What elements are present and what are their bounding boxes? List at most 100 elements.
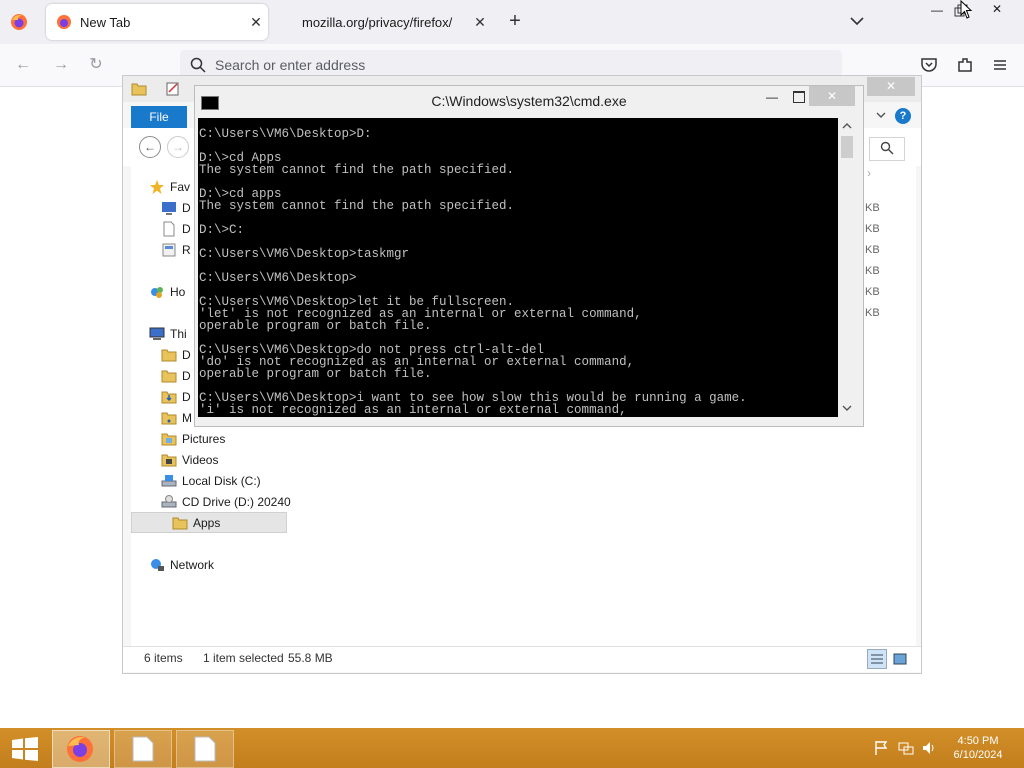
homegroup-icon	[151, 286, 163, 298]
search-icon	[880, 141, 894, 155]
console-text: C:\Users\VM6\Desktop>D: D:\>cd Apps The …	[199, 127, 747, 417]
nav-item-apps[interactable]: Apps	[131, 512, 287, 533]
address-placeholder: Search or enter address	[215, 57, 366, 73]
nav-item-pictures[interactable]: Pictures	[161, 428, 225, 449]
folder-icon	[161, 349, 177, 361]
folder-icon	[172, 517, 188, 529]
close-tab-icon[interactable]: ✕	[244, 14, 268, 31]
file-size-cell: KB	[865, 244, 880, 256]
details-view-icon[interactable]	[867, 649, 887, 669]
back-arrow-icon[interactable]: ←	[12, 54, 34, 76]
nav-item-network[interactable]: Network	[149, 554, 214, 575]
nav-item-this-pc[interactable]: Thi	[149, 323, 187, 344]
pocket-icon[interactable]	[918, 54, 940, 76]
nav-item-cd-drive[interactable]: CD Drive (D:) 202406	[161, 491, 297, 512]
nav-item-desktop[interactable]: D	[161, 197, 191, 218]
scroll-down-icon[interactable]	[842, 404, 852, 412]
nav-item-recent[interactable]: R	[161, 239, 191, 260]
taskbar: 4:50 PM 6/10/2024	[0, 728, 1024, 768]
vertical-scrollbar[interactable]	[839, 118, 855, 417]
clock-time: 4:50 PM	[957, 735, 999, 747]
pictures-folder-icon	[161, 433, 177, 445]
nav-item-music[interactable]: M	[161, 407, 192, 428]
console-output-area[interactable]: C:\Users\VM6\Desktop>D: D:\>cd Apps The …	[198, 118, 838, 417]
windows-start-icon[interactable]	[12, 737, 38, 761]
desktop-icon	[162, 201, 176, 215]
help-icon[interactable]: ?	[895, 108, 911, 124]
document-icon	[194, 736, 216, 762]
minimize-icon[interactable]: —	[926, 4, 948, 18]
network-icon	[151, 558, 164, 571]
nav-item-homegroup[interactable]: Ho	[149, 281, 185, 302]
search-box[interactable]	[869, 137, 905, 161]
close-tab-icon[interactable]: ✕	[468, 14, 492, 31]
nav-item-favorites[interactable]: Fav	[149, 176, 190, 197]
taskbar-explorer[interactable]	[114, 730, 172, 768]
document-icon	[163, 221, 175, 236]
file-size-cell: KB	[865, 307, 880, 319]
new-tab-plus-icon[interactable]: +	[504, 10, 526, 32]
close-window-icon[interactable]: ✕	[974, 0, 1020, 20]
nav-item-local-disk[interactable]: Local Disk (C:)	[161, 470, 261, 491]
forward-arrow-icon[interactable]: →	[167, 136, 189, 158]
taskbar-firefox[interactable]	[52, 730, 110, 768]
cmd-title-bar[interactable]: C:\Windows\system32\cmd.exe — ✕	[195, 86, 863, 116]
scrollbar-thumb[interactable]	[841, 136, 853, 158]
taskbar-cmd[interactable]	[176, 730, 234, 768]
reload-icon[interactable]: ↻	[85, 54, 107, 76]
search-icon	[190, 57, 206, 73]
nav-item-downloads[interactable]: D	[161, 218, 191, 239]
close-window-icon[interactable]: ✕	[809, 86, 855, 106]
minimize-icon[interactable]: —	[765, 90, 779, 104]
extensions-icon[interactable]	[954, 54, 976, 76]
back-arrow-icon[interactable]: ←	[139, 136, 161, 158]
nav-item-videos[interactable]: Videos	[161, 449, 218, 470]
window-title: C:\Windows\system32\cmd.exe	[431, 93, 627, 109]
tab-label: New Tab	[80, 14, 131, 30]
tab-label: mozilla.org/privacy/firefox/	[302, 14, 453, 30]
star-icon	[150, 179, 164, 194]
file-size-cell: KB	[865, 286, 880, 298]
maximize-icon[interactable]	[793, 91, 805, 103]
forward-arrow-icon[interactable]: →	[50, 54, 72, 76]
network-status-icon[interactable]	[898, 740, 914, 756]
chevron-down-icon[interactable]	[848, 12, 866, 30]
browser-tab-strip: New Tab ✕ mozilla.org/privacy/firefox/ ✕…	[0, 0, 1024, 44]
item-count: 6 items	[144, 651, 183, 665]
mouse-cursor-icon	[960, 0, 973, 19]
tab-new-tab[interactable]: New Tab ✕	[46, 4, 268, 40]
nav-item-downloads-folder[interactable]: D	[161, 386, 191, 407]
file-size-cell: KB	[865, 223, 880, 235]
file-size-cell: KB	[865, 265, 880, 277]
action-center-flag-icon[interactable]	[874, 740, 890, 756]
status-bar: 6 items 1 item selected 55.8 MB	[123, 646, 921, 672]
sort-chevron-icon: ›	[867, 166, 871, 180]
firefox-logo-icon[interactable]	[10, 13, 28, 31]
firefox-favicon-icon	[57, 15, 71, 29]
tab-mozilla-privacy[interactable]: mozilla.org/privacy/firefox/ ✕	[284, 4, 492, 40]
computer-icon	[149, 327, 165, 340]
music-icon	[161, 412, 177, 424]
scroll-up-icon[interactable]	[842, 122, 852, 130]
nav-item-folder[interactable]: D	[161, 344, 191, 365]
selection-count: 1 item selected	[203, 651, 284, 665]
document-icon	[132, 736, 154, 762]
folder-icon	[161, 370, 177, 382]
menu-hamburger-icon[interactable]	[989, 54, 1011, 76]
hard-drive-icon	[161, 474, 177, 486]
firefox-logo-icon	[67, 736, 93, 762]
properties-icon[interactable]	[165, 81, 181, 97]
nav-item-folder[interactable]: D	[161, 365, 191, 386]
selection-size: 55.8 MB	[288, 651, 333, 665]
file-menu-tab[interactable]: File	[131, 106, 187, 128]
recent-icon	[162, 243, 176, 256]
volume-icon[interactable]	[921, 740, 937, 756]
close-window-icon[interactable]: ✕	[867, 77, 915, 96]
chevron-down-icon[interactable]	[875, 109, 887, 121]
downloads-icon	[161, 391, 177, 403]
file-size-cell: KB	[865, 202, 880, 214]
system-clock[interactable]: 4:50 PM 6/10/2024	[938, 734, 1018, 762]
cd-drive-icon	[161, 494, 177, 507]
large-icons-view-icon[interactable]	[890, 649, 910, 669]
clock-date: 6/10/2024	[953, 749, 1003, 761]
